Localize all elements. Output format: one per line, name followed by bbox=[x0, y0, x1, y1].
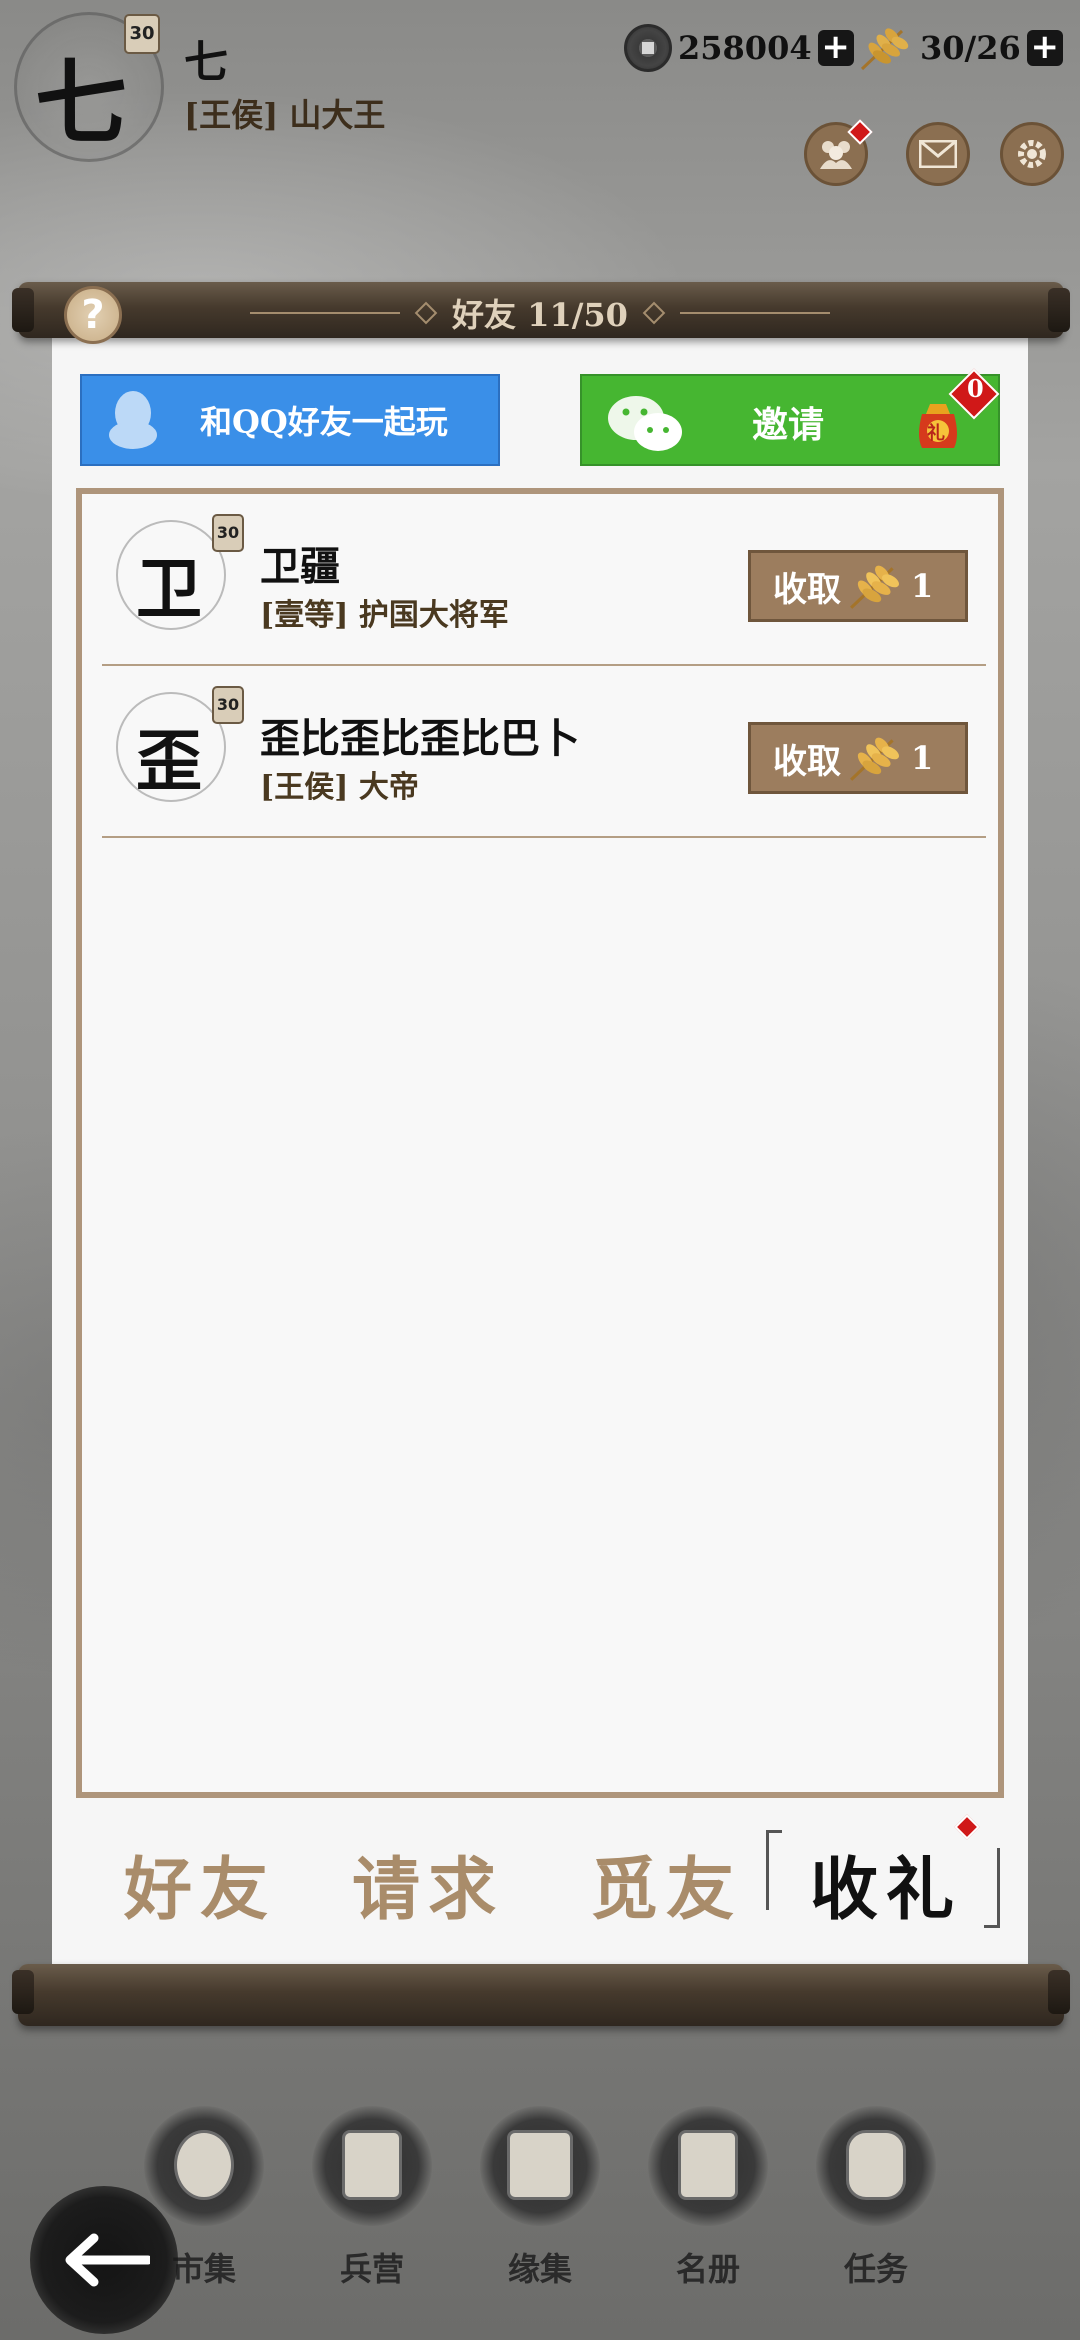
friend-name: 歪比歪比歪比巴卜 bbox=[260, 715, 580, 762]
player-title: [王侯] 山大王 bbox=[184, 96, 386, 134]
help-button[interactable]: ? bbox=[64, 286, 122, 344]
tab-requests[interactable]: 请求 bbox=[352, 1834, 504, 1930]
roster-icon bbox=[648, 2106, 768, 2226]
nav-barracks-label: 兵营 bbox=[339, 2250, 404, 2288]
player-name: 七 bbox=[184, 37, 228, 88]
nav-fate-label: 缘集 bbox=[507, 2250, 572, 2288]
friend-rank: [王侯] 大帝 bbox=[260, 770, 419, 805]
fate-book-icon bbox=[480, 2106, 600, 2226]
wheat-icon bbox=[850, 565, 899, 609]
people-icon bbox=[820, 141, 852, 169]
friend-name: 卫疆 bbox=[260, 543, 340, 590]
nav-tasks-label: 任务 bbox=[843, 2250, 908, 2288]
coin-counter: 258004 + bbox=[624, 22, 854, 74]
friend-avatar-char: 卫 bbox=[136, 550, 202, 628]
collect-button[interactable]: 收取 1 bbox=[748, 550, 968, 622]
nav-tasks[interactable]: 任务 bbox=[806, 2106, 946, 2288]
coin-amount: 258004 bbox=[678, 29, 812, 67]
wheat-icon bbox=[850, 737, 899, 781]
back-arrow-icon bbox=[65, 2233, 150, 2287]
player-avatar-char: 七 bbox=[35, 49, 128, 157]
barracks-icon bbox=[312, 2106, 432, 2226]
friend-avatar[interactable]: 歪 bbox=[116, 692, 226, 802]
friends-button[interactable] bbox=[804, 119, 873, 186]
nav-fate[interactable]: 缘集 bbox=[470, 2106, 610, 2288]
panel-title: 好友 11/50 bbox=[240, 290, 840, 336]
friend-level-badge: 30 bbox=[212, 686, 244, 724]
settings-button[interactable] bbox=[1000, 122, 1064, 186]
gift-bag-icon[interactable]: 礼 bbox=[912, 396, 964, 452]
qq-invite-button[interactable]: 和QQ好友一起玩 bbox=[80, 374, 500, 466]
market-icon bbox=[144, 2106, 264, 2226]
tab-find-friends[interactable]: 觅友 bbox=[590, 1834, 742, 1930]
nav-roster-label: 名册 bbox=[675, 2250, 740, 2288]
collect-label: 收取 bbox=[773, 569, 841, 610]
collect-amount: 1 bbox=[911, 739, 934, 777]
tab-friends[interactable]: 好友 bbox=[124, 1834, 276, 1930]
gear-icon bbox=[1018, 140, 1046, 168]
qq-penguin-icon bbox=[109, 391, 157, 449]
scroll-bottom-rod bbox=[12, 1964, 1070, 2026]
back-button[interactable] bbox=[30, 2186, 178, 2334]
player-level-badge: 30 bbox=[124, 14, 160, 54]
coin-icon bbox=[624, 24, 672, 72]
task-scroll-icon bbox=[816, 2106, 936, 2226]
grain-amount: 30/26 bbox=[920, 29, 1021, 67]
mail-icon bbox=[919, 140, 957, 168]
friend-gift-list[interactable]: 卫 30 卫疆 [壹等] 护国大将军 收取 1 歪 30 歪比歪比歪比巴卜 [王… bbox=[76, 488, 1004, 1798]
list-item: 歪 30 歪比歪比歪比巴卜 [王侯] 大帝 收取 1 bbox=[102, 666, 986, 838]
grain-counter: 30/26 + bbox=[858, 22, 1063, 74]
friend-rank: [壹等] 护国大将军 bbox=[260, 598, 509, 633]
qq-invite-label: 和QQ好友一起玩 bbox=[200, 403, 448, 441]
mail-button[interactable] bbox=[906, 122, 970, 186]
list-item: 卫 30 卫疆 [壹等] 护国大将军 收取 1 bbox=[102, 494, 986, 666]
wheat-icon bbox=[860, 28, 909, 71]
tab-receive-gifts[interactable]: 收礼 bbox=[810, 1834, 962, 1930]
wechat-invite-label: 邀请 bbox=[752, 404, 825, 446]
collect-amount: 1 bbox=[911, 567, 934, 605]
active-tab-bracket-right bbox=[984, 1848, 1000, 1928]
nav-barracks[interactable]: 兵营 bbox=[302, 2106, 442, 2288]
friend-avatar[interactable]: 卫 bbox=[116, 520, 226, 630]
add-coins-button[interactable]: + bbox=[817, 30, 854, 66]
wechat-invite-button[interactable]: 邀请 礼 0 bbox=[580, 368, 1000, 466]
collect-label: 收取 bbox=[773, 741, 841, 782]
nav-roster[interactable]: 名册 bbox=[638, 2106, 778, 2288]
wechat-icon bbox=[608, 396, 682, 451]
active-tab-bracket-left bbox=[766, 1830, 782, 1910]
panel-title-text: 好友 11/50 bbox=[452, 296, 628, 334]
friend-avatar-char: 歪 bbox=[136, 722, 202, 800]
gift-char: 礼 bbox=[927, 423, 945, 444]
gift-count: 0 bbox=[967, 374, 984, 403]
collect-button[interactable]: 收取 1 bbox=[748, 722, 968, 794]
friend-level-badge: 30 bbox=[212, 514, 244, 552]
add-grain-button[interactable]: + bbox=[1026, 30, 1063, 66]
